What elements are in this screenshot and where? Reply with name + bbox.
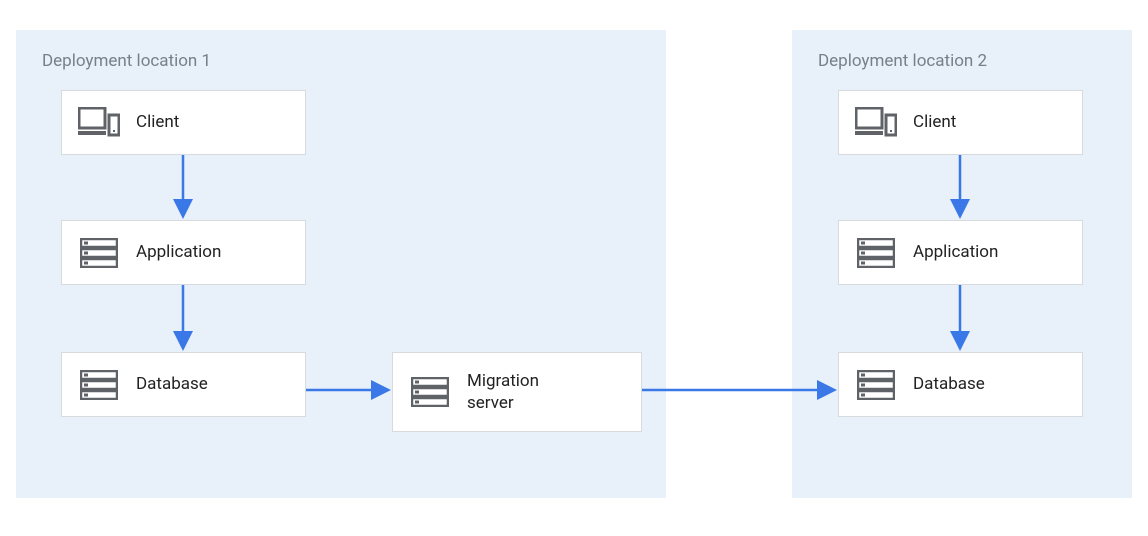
node-application-2-label: Application bbox=[913, 241, 998, 263]
node-client-1-label: Client bbox=[136, 111, 179, 133]
region-2-title: Deployment location 2 bbox=[818, 51, 987, 71]
node-application-1: Application bbox=[61, 220, 306, 285]
region-1-title-text: Deployment location 1 bbox=[42, 51, 211, 71]
server-rack-icon bbox=[855, 232, 897, 274]
region-1-title: Deployment location 1 bbox=[42, 51, 211, 71]
node-client-2-label: Client bbox=[913, 111, 956, 133]
server-rack-icon bbox=[78, 364, 120, 406]
server-rack-icon bbox=[78, 232, 120, 274]
node-migration-server-label: Migration server bbox=[467, 370, 539, 414]
node-database-1-label: Database bbox=[136, 373, 208, 395]
node-client-1: Client bbox=[61, 90, 306, 155]
client-devices-icon bbox=[855, 102, 897, 144]
server-rack-icon bbox=[855, 364, 897, 406]
node-database-1: Database bbox=[61, 352, 306, 417]
node-application-2: Application bbox=[838, 220, 1083, 285]
node-database-2-label: Database bbox=[913, 373, 985, 395]
node-client-2: Client bbox=[838, 90, 1083, 155]
server-rack-icon bbox=[409, 371, 451, 413]
node-migration-server: Migration server bbox=[392, 352, 642, 432]
region-2-title-text: Deployment location 2 bbox=[818, 51, 987, 71]
node-database-2: Database bbox=[838, 352, 1083, 417]
client-devices-icon bbox=[78, 102, 120, 144]
node-application-1-label: Application bbox=[136, 241, 221, 263]
